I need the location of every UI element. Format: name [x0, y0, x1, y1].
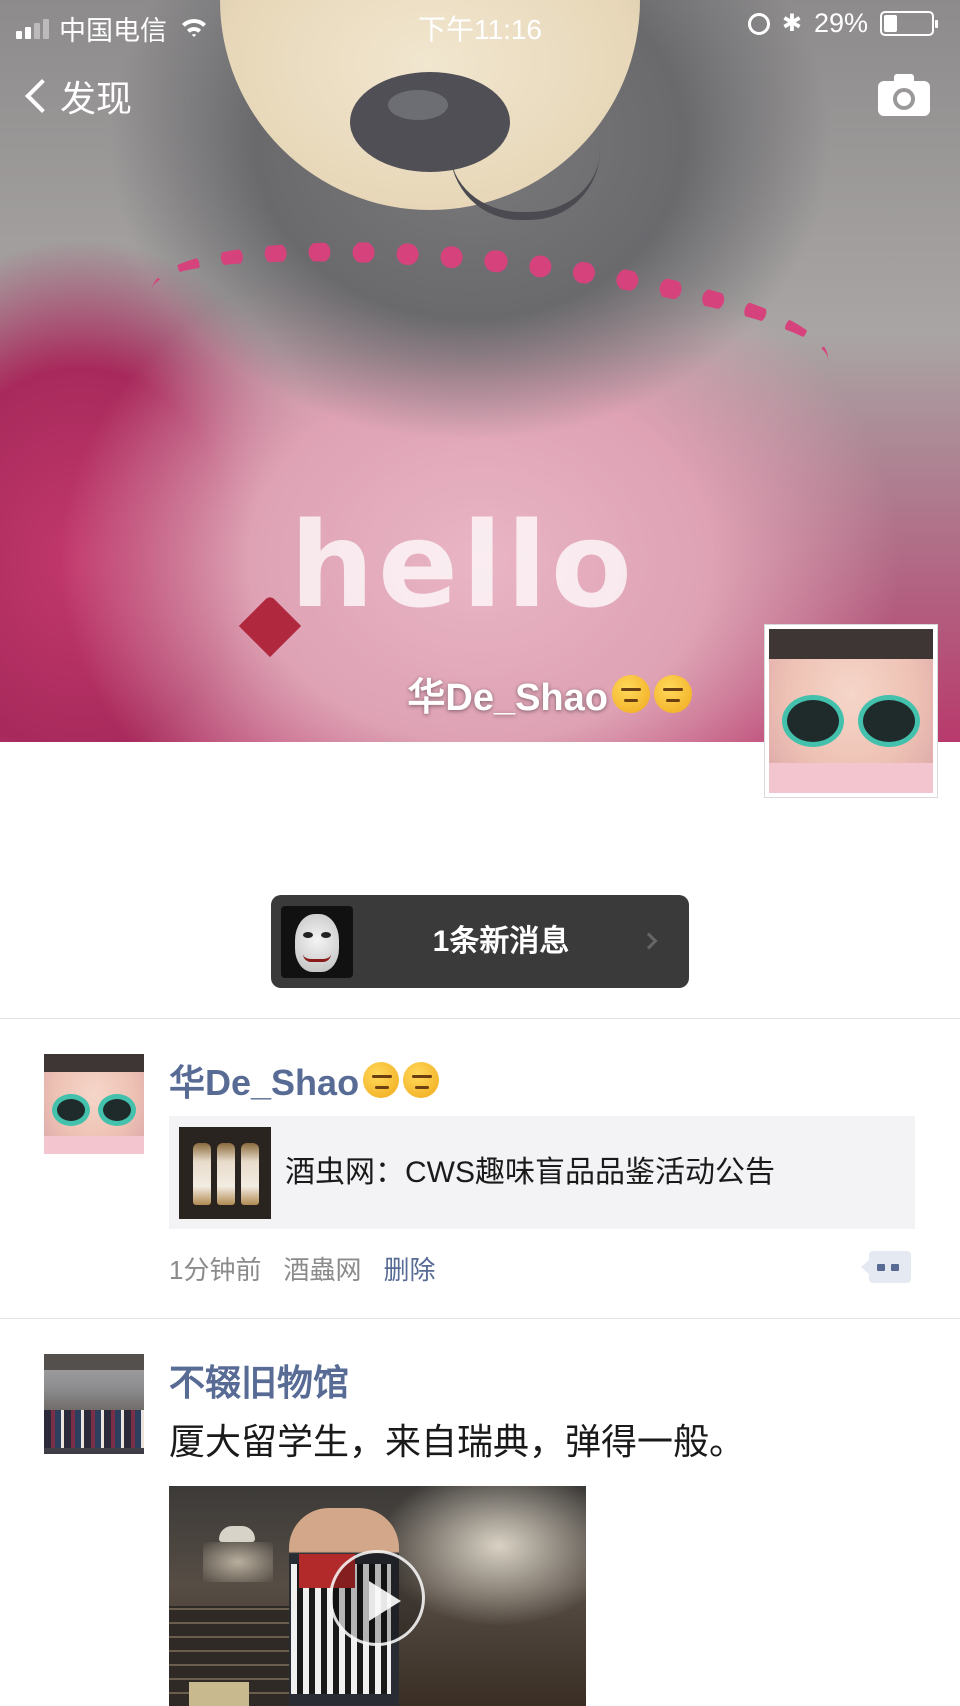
cover-hood-brim: [144, 214, 836, 436]
new-message-label: 1条新消息: [432, 925, 570, 958]
post-source[interactable]: 酒蟲网: [283, 1250, 361, 1287]
divider: [0, 1018, 960, 1019]
play-icon[interactable]: [329, 1550, 425, 1646]
bluetooth-icon: ✱: [781, 10, 802, 37]
avatar-image: [44, 1054, 144, 1154]
back-label: 发现: [60, 78, 133, 119]
post-meta: 1分钟前 酒蟲网 删除: [169, 1250, 436, 1287]
expressionless-emoji-icon: [612, 674, 650, 713]
cover-smile-graphic: [450, 150, 600, 220]
new-message-notification[interactable]: 1条新消息: [271, 895, 689, 988]
new-message-avatar: [281, 906, 353, 978]
expressionless-emoji-icon: [403, 1062, 440, 1098]
post-author-name[interactable]: 华De_Shao: [169, 1054, 359, 1106]
comment-icon[interactable]: [861, 1251, 911, 1283]
alarm-icon: [747, 12, 770, 35]
camera-button[interactable]: [878, 74, 930, 116]
avatar-image: [44, 1354, 144, 1454]
post-text: 厦大留学生，来自瑞典，弹得一般。: [169, 1421, 746, 1462]
back-button[interactable]: 发现: [22, 70, 132, 122]
battery-fill: [884, 15, 898, 32]
post-video[interactable]: [169, 1486, 586, 1706]
camera-lens-icon: [893, 88, 915, 110]
battery-icon: [880, 11, 938, 36]
post-time: 1分钟前: [169, 1255, 262, 1285]
cover-nose-highlight: [388, 90, 448, 120]
post-avatar[interactable]: [44, 1054, 144, 1154]
expressionless-emoji-icon: [654, 674, 692, 713]
battery-percentage: 29%: [813, 8, 868, 38]
delete-button[interactable]: 删除: [383, 1250, 435, 1287]
chevron-left-icon: [25, 79, 59, 113]
shared-link-card[interactable]: 酒虫网：CWS趣味盲品品鉴活动公告: [169, 1116, 915, 1229]
shared-link-thumbnail: [179, 1127, 271, 1219]
status-right-group: ✱ 29%: [747, 8, 938, 39]
post-author[interactable]: 不辍旧物馆: [169, 1354, 349, 1406]
post-author-name[interactable]: 不辍旧物馆: [169, 1354, 349, 1406]
post-author[interactable]: 华De_Shao: [169, 1054, 440, 1106]
post-avatar[interactable]: [44, 1354, 144, 1454]
profile-name: 华De_Shao: [407, 666, 692, 721]
cover-shirt-print: hello: [290, 496, 636, 634]
shared-link-title: 酒虫网：CWS趣味盲品品鉴活动公告: [285, 1156, 775, 1189]
status-bar: 中国电信 下午11:16 ✱ 29%: [0, 0, 960, 50]
profile-name-text: 华De_Shao: [407, 677, 608, 719]
profile-avatar[interactable]: [764, 624, 938, 798]
expressionless-emoji-icon: [363, 1062, 400, 1098]
divider: [0, 1318, 960, 1319]
avatar-image: [769, 629, 933, 793]
